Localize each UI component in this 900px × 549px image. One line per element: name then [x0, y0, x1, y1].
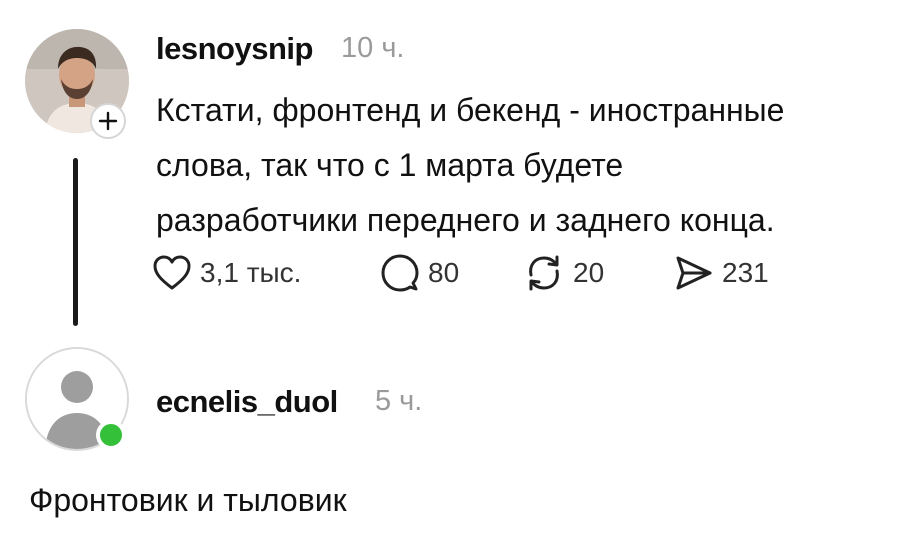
reply-text: Фронтовик и тыловик: [29, 482, 347, 518]
post-text: Кстати, фронтенд и бекенд - иностранные …: [156, 92, 785, 238]
speech-bubble-icon: [381, 254, 419, 292]
thread-line: [73, 158, 78, 326]
reply-count: 80: [428, 257, 460, 288]
paper-plane-icon: [676, 256, 712, 290]
reply-username[interactable]: ecnelis_duol: [156, 384, 338, 420]
repost-arrows-icon: [529, 255, 559, 291]
plus-icon: [98, 111, 118, 131]
repost-button[interactable]: 20: [523, 251, 604, 295]
online-status-dot: [96, 420, 126, 450]
reply-timestamp: 5 ч.: [375, 385, 423, 417]
post-timestamp: 10 ч.: [341, 32, 405, 64]
like-button[interactable]: 3,1 тыс.: [152, 251, 301, 295]
follow-button[interactable]: [90, 103, 126, 139]
like-count: 3,1 тыс.: [200, 257, 302, 288]
share-button[interactable]: 231: [672, 251, 769, 295]
repost-count: 20: [573, 257, 605, 288]
heart-icon: [153, 255, 191, 290]
share-count: 231: [722, 257, 769, 288]
post-username[interactable]: lesnoysnip: [156, 31, 313, 67]
reply-button[interactable]: 80: [380, 251, 459, 295]
